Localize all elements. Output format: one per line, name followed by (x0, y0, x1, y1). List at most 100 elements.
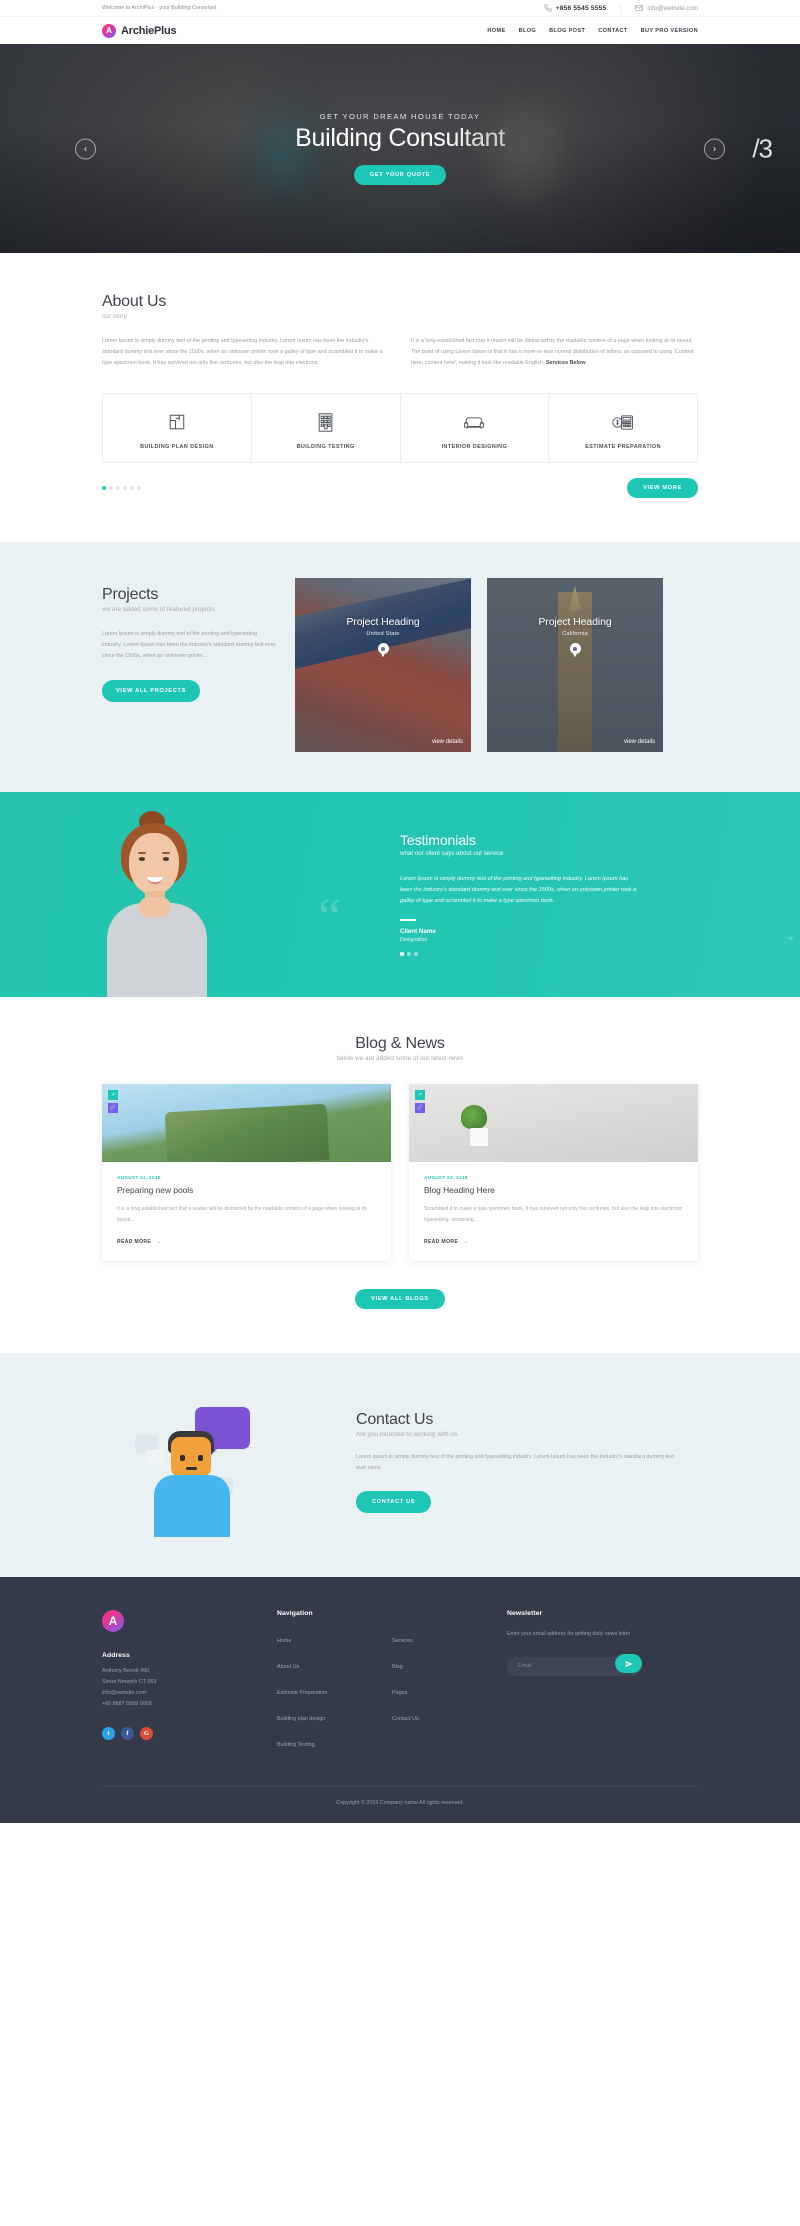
nav-item-blog[interactable]: BLOG (519, 28, 537, 34)
service-card-building-plan-design[interactable]: BUILDING PLAN DESIGN (103, 394, 252, 463)
footer-link-services[interactable]: Services (392, 1638, 413, 1644)
blog-heading: Preparing new pools (117, 1185, 194, 1196)
nav-item-home[interactable]: HOME (487, 28, 505, 34)
contact-us-button[interactable]: CONTACT US (356, 1490, 432, 1513)
contact-text: Lorem Ipsum is simply dummy text of the … (356, 1454, 675, 1471)
client-designation: Designation (400, 936, 428, 943)
project-view-details-link[interactable]: view details (432, 739, 463, 745)
service-label: ESTIMATE PREPARATION (585, 444, 662, 451)
project-location: United State (366, 631, 400, 638)
testimonial-dot-1[interactable] (400, 951, 404, 956)
hero-title: Building Consultant (295, 123, 505, 152)
about-text-right: It is a long established fact that a rea… (411, 336, 698, 368)
about-text-left: Lorem Ipsum is simply dummy text of the … (102, 338, 383, 366)
project-card[interactable]: Project Heading California view details (487, 578, 663, 753)
email-contact[interactable]: info@website.com (635, 4, 698, 12)
map-pin-icon (377, 643, 389, 658)
nav-item-contact[interactable]: CONTACT (598, 28, 627, 34)
address-email: info@website.com (102, 1689, 147, 1696)
closing-quote-icon: ” (788, 934, 794, 950)
get-quote-button[interactable]: GET YOUR QUOTE (353, 165, 447, 186)
carousel-dot-6[interactable] (137, 486, 141, 491)
read-more-link[interactable]: READ MORE → (117, 1239, 376, 1245)
share-icon[interactable]: ↗ (108, 1090, 118, 1101)
link-icon[interactable]: 🔗 (415, 1103, 425, 1114)
facebook-icon[interactable]: f (121, 1727, 134, 1741)
map-pin-icon (569, 643, 581, 658)
phone-contact[interactable]: +856 5545 5555 (544, 4, 607, 12)
projects-title: Projects (102, 586, 159, 604)
client-name: Client Name (400, 927, 436, 935)
sofa-icon (407, 409, 543, 435)
nav-item-buy-pro-version[interactable]: BUY PRO VERSION (641, 28, 698, 34)
service-card-building-testing[interactable]: BUILDING TESTING (251, 394, 401, 463)
chevron-left-icon: ‹ (84, 143, 87, 154)
phone-number: +856 5545 5555 (555, 4, 607, 12)
slide-counter: /3 (752, 133, 773, 163)
person-chat-illustration (102, 1387, 332, 1537)
logo-icon: A (102, 23, 116, 38)
footer-link-building-testing[interactable]: Building Testing (277, 1742, 315, 1748)
carousel-dot-2[interactable] (109, 486, 113, 491)
address-line: Anthony Benoit 490, (102, 1667, 151, 1674)
projects-section: Projects we are added some of featured p… (0, 542, 800, 793)
building-icon (258, 409, 394, 435)
blog-card[interactable]: ↗ 🔗 AUGUST 22, 2018 Blog Heading Here Sc… (409, 1084, 698, 1261)
read-more-link[interactable]: READ MORE → (424, 1239, 683, 1245)
view-more-button[interactable]: VIEW MORE (627, 478, 698, 499)
project-view-details-link[interactable]: view details (624, 739, 655, 745)
blog-card[interactable]: ↗ 🔗 AUGUST 22, 2018 Preparing new pools … (102, 1084, 391, 1261)
project-heading: Project Heading (538, 616, 612, 629)
view-all-blogs-button[interactable]: VIEW ALL BLOGS (355, 1288, 445, 1309)
footer-link-building-plan-design[interactable]: Building plan design (277, 1716, 325, 1722)
twitter-icon[interactable]: t (102, 1727, 115, 1741)
quote-mark-icon: “ (318, 889, 342, 947)
testimonial-dot-2[interactable] (407, 951, 411, 956)
client-photo (95, 809, 225, 998)
arrow-right-icon: → (156, 1238, 162, 1245)
newsletter-title: Newsletter (507, 1609, 543, 1617)
blog-heading: Blog Heading Here (424, 1185, 495, 1196)
testimonials-title: Testimonials (400, 832, 476, 849)
carousel-dot-4[interactable] (123, 486, 127, 491)
service-card-interior-designing[interactable]: INTERIOR DESIGNING (400, 394, 550, 463)
footer-link-blog[interactable]: Blog (392, 1664, 403, 1670)
google-plus-icon[interactable]: G (140, 1727, 153, 1741)
about-subtitle: our story (102, 313, 127, 320)
link-icon[interactable]: 🔗 (108, 1103, 118, 1114)
footer-nav-column-2: Services Blog Pages Contact Us (392, 1629, 507, 1759)
carousel-dot-5[interactable] (130, 486, 134, 491)
service-label: BUILDING TESTING (296, 444, 355, 451)
contact-title: Contact Us (356, 1411, 434, 1428)
hero-slider: GET YOUR DREAM HOUSE TODAY Building Cons… (0, 44, 800, 253)
footer-logo-icon: A (102, 1609, 124, 1632)
service-card-estimate-preparation[interactable]: ESTIMATE PREPARATION (549, 394, 697, 463)
footer-link-estimate-preparation[interactable]: Estimate Preparation (277, 1690, 327, 1696)
testimonials-subtitle: what our client says about out service (400, 850, 504, 858)
blog-section: Blog & News below we are added some of o… (0, 997, 800, 1353)
share-icon[interactable]: ↗ (415, 1090, 425, 1101)
landing-page: Welcome to ArchiPlus - your Building Con… (0, 0, 800, 1823)
testimonials-carousel-dots (400, 951, 670, 956)
carousel-dot-3[interactable] (116, 486, 120, 491)
slider-next-button[interactable]: › (704, 138, 725, 159)
footer-link-home[interactable]: Home (277, 1638, 291, 1644)
project-card[interactable]: Project Heading United State view detail… (295, 578, 471, 753)
blog-thumbnail: ↗ 🔗 (409, 1084, 698, 1163)
floorplan-icon (109, 409, 245, 435)
newsletter-submit-button[interactable] (615, 1654, 642, 1674)
about-text-right-bold: Services Below (545, 359, 586, 366)
view-all-projects-button[interactable]: VIEW ALL PROJECTS (102, 679, 201, 702)
address-phone: +66 8887 6899 0009 (102, 1701, 152, 1708)
nav-item-blog-post[interactable]: BLOG POST (549, 28, 585, 34)
address-line: Street Norwich CT 063 (102, 1678, 157, 1685)
testimonial-dot-3[interactable] (414, 951, 418, 956)
footer-link-contact-us[interactable]: Contact Us (392, 1716, 419, 1722)
services-row: BUILDING PLAN DESIGN BUILDING TESTING IN… (102, 393, 698, 464)
footer-link-about-us[interactable]: About Us (277, 1664, 299, 1670)
brand-logo-link[interactable]: A ArchiePlus (102, 23, 177, 38)
site-footer: A Address Anthony Benoit 490, Street Nor… (0, 1576, 800, 1823)
footer-link-pages[interactable]: Pages (392, 1690, 407, 1696)
slider-prev-button[interactable]: ‹ (75, 138, 96, 159)
carousel-dot-1[interactable] (102, 486, 106, 491)
